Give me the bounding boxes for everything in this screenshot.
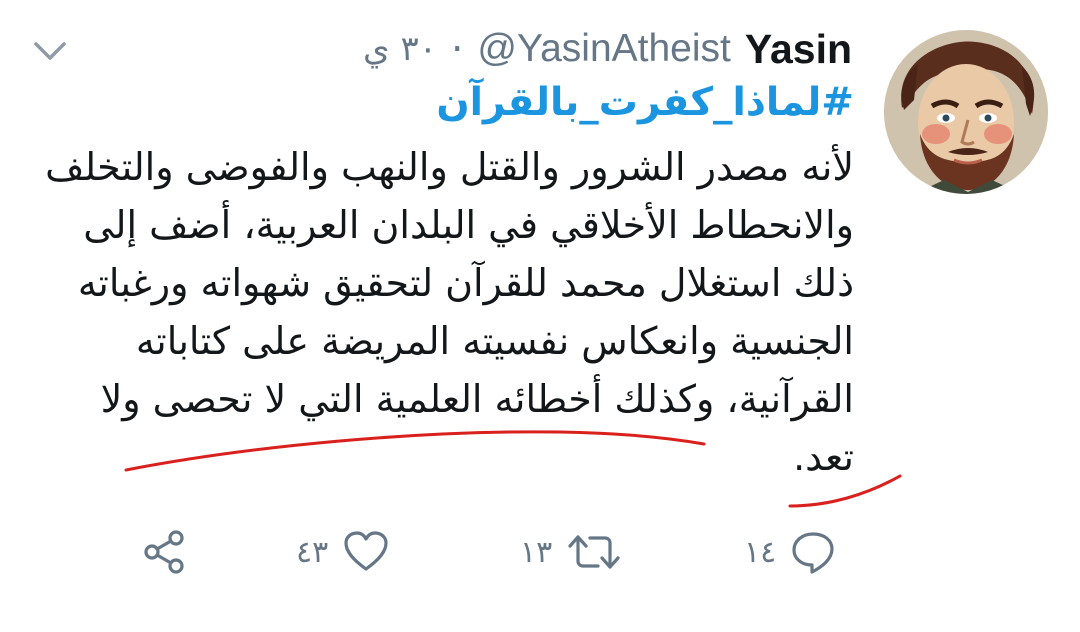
retweet-action[interactable]: ١٣ — [520, 526, 622, 578]
user-handle[interactable]: @YasinAtheist — [477, 27, 730, 71]
tweet-text-line: تعد. — [793, 435, 854, 479]
tweet-text-line: القرآنية، وكذلك أخطائه العلمية التي لا ت… — [100, 377, 854, 421]
heart-icon — [344, 531, 388, 571]
like-count: ٤٣ — [296, 534, 329, 570]
tweet-text: لأنه مصدر الشرور والقتل والنهب والفوضى و… — [34, 138, 854, 486]
tweet-card[interactable]: Yasin @YasinAtheist · ٣٠ ي #لماذا_كفرت_ب… — [0, 0, 1080, 632]
tweet-text-line: لأنه مصدر الشرور والقتل والنهب والفوضى و… — [45, 145, 854, 189]
display-name[interactable]: Yasin — [745, 26, 852, 73]
hashtag-link[interactable]: #لماذا_كفرت_بالقرآن — [436, 80, 854, 125]
share-icon — [144, 530, 184, 574]
tweet-text-line: الجنسية وانعكاس نفسيته المريضة على كتابا… — [135, 319, 854, 363]
tweet-text-line: ذلك استغلال محمد للقرآن لتحقيق شهواته ور… — [77, 261, 854, 305]
avatar[interactable] — [884, 30, 1048, 194]
tweet-time[interactable]: ٣٠ ي — [363, 29, 437, 69]
like-action[interactable]: ٤٣ — [296, 526, 390, 578]
reply-icon — [792, 532, 834, 574]
tweet-header: Yasin @YasinAtheist · ٣٠ ي — [363, 22, 852, 76]
reply-action[interactable]: ١٤ — [744, 526, 836, 578]
retweet-icon — [568, 535, 620, 569]
tweet-text-line: والانحطاط الأخلاقي في البلدان العربية، أ… — [83, 203, 854, 247]
retweet-count: ١٣ — [520, 534, 553, 570]
chevron-down-icon[interactable] — [32, 36, 68, 66]
share-action[interactable] — [140, 526, 188, 578]
separator-dot: · — [450, 26, 464, 72]
reply-count: ١٤ — [744, 534, 777, 570]
avatar-portrait-icon — [884, 30, 1048, 194]
